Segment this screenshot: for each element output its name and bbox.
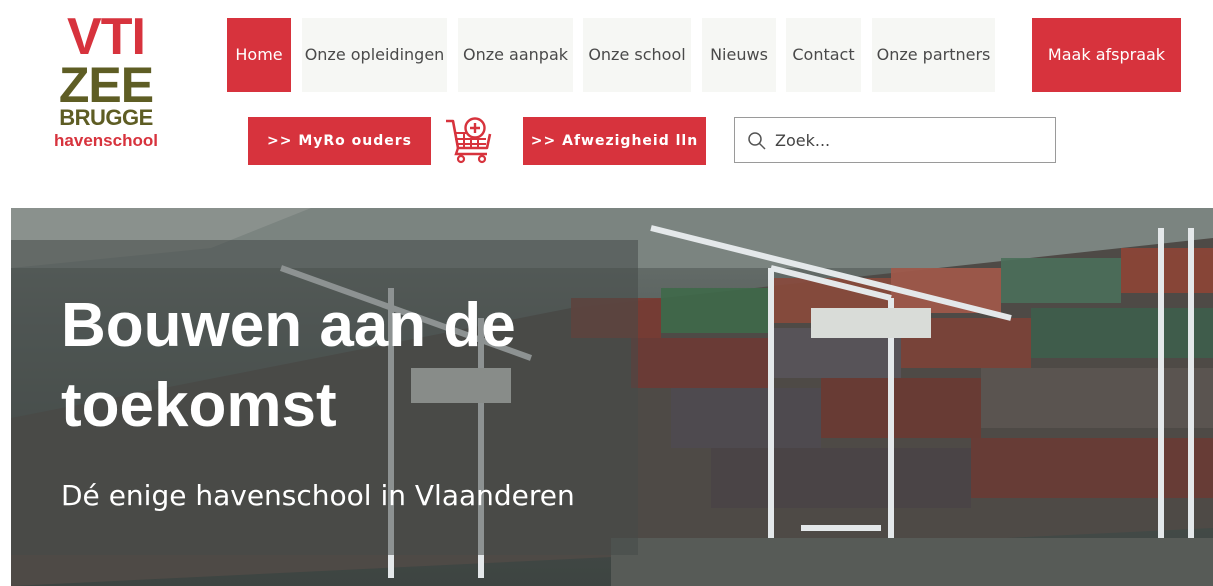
- nav-item-onze-school[interactable]: Onze school: [583, 18, 691, 92]
- site-logo[interactable]: VTI ZEE BRUGGE havenschool: [54, 11, 160, 153]
- afwezigheid-lln-button[interactable]: >> Afwezigheid lln: [523, 117, 706, 165]
- search-box[interactable]: [734, 117, 1056, 163]
- logo-line-havenschool: havenschool: [54, 131, 158, 150]
- nav-item-nieuws[interactable]: Nieuws: [702, 18, 776, 92]
- logo-line-zee: ZEE: [58, 57, 154, 113]
- maak-afspraak-button[interactable]: Maak afspraak: [1032, 18, 1181, 92]
- search-icon: [747, 131, 767, 151]
- logo-line-brugge: BRUGGE: [59, 105, 153, 130]
- nav-item-onze-partners[interactable]: Onze partners: [872, 18, 995, 92]
- logo-line-vti: VTI: [67, 8, 146, 66]
- nav-item-home[interactable]: Home: [227, 18, 291, 92]
- shopping-cart-plus-icon[interactable]: [444, 115, 494, 165]
- hero-banner: Bouwen aan de toekomst Dé enige havensch…: [11, 208, 1213, 586]
- hero-subtitle: Dé enige havenschool in Vlaanderen: [61, 479, 575, 512]
- nav-item-onze-aanpak[interactable]: Onze aanpak: [458, 18, 573, 92]
- nav-item-onze-opleidingen[interactable]: Onze opleidingen: [302, 18, 447, 92]
- myro-ouders-button[interactable]: >> MyRo ouders: [248, 117, 431, 165]
- hero-title: Bouwen aan de toekomst: [61, 291, 516, 440]
- nav-item-contact[interactable]: Contact: [786, 18, 861, 92]
- search-input[interactable]: [775, 126, 1045, 154]
